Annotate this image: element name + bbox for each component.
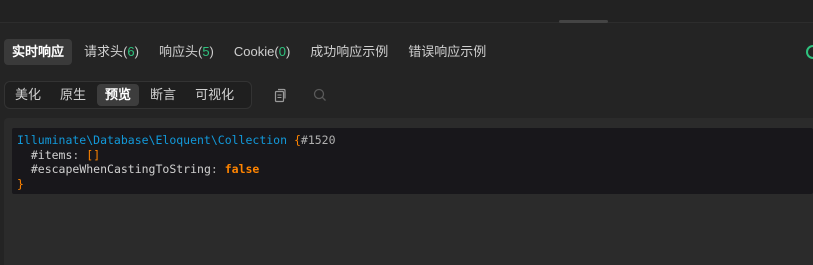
copy-icon[interactable] (272, 87, 288, 103)
dump-output: Illuminate\Database\Eloquent\Collection … (12, 128, 813, 194)
object-id: #1520 (300, 133, 336, 147)
mode-raw[interactable]: 原生 (52, 84, 94, 106)
mode-visualize[interactable]: 可视化 (187, 84, 242, 106)
tab-success-example[interactable]: 成功响应示例 (302, 39, 396, 65)
tab-label: 响应头 (158, 44, 198, 59)
tab-error-example[interactable]: 错误响应示例 (400, 39, 494, 65)
tab-label: 请求头 (84, 44, 124, 59)
mode-beautify[interactable]: 美化 (7, 84, 49, 106)
response-tabs: 实时响应 请求头(6) 响应头(5) Cookie(0) 成功响应示例 错误响应… (0, 38, 494, 66)
response-panel: 实时响应 请求头(6) 响应头(5) Cookie(0) 成功响应示例 错误响应… (0, 0, 813, 265)
tab-label: 实时响应 (12, 44, 65, 59)
tab-cookie[interactable]: Cookie(0) (226, 39, 298, 65)
tab-label: Cookie (233, 44, 275, 59)
code-line-4: } (17, 177, 813, 192)
mode-preview[interactable]: 预览 (97, 84, 140, 106)
open-brace[interactable]: { (294, 133, 301, 147)
view-mode-selector: 美化 原生 预览 断言 可视化 (4, 81, 252, 109)
items-value: [] (86, 147, 101, 162)
count-badge: 5 (202, 44, 210, 59)
resize-handle[interactable] (559, 20, 608, 23)
search-icon[interactable] (312, 87, 328, 103)
count-badge: 0 (278, 44, 286, 59)
property-escape: #escapeWhenCastingToString (30, 162, 211, 176)
count-badge: 6 (127, 44, 135, 59)
tab-label: 错误响应示例 (408, 44, 487, 59)
code-line-3: #escapeWhenCastingToString: false (30, 162, 260, 176)
tab-label: 成功响应示例 (310, 44, 389, 59)
class-name[interactable]: Illuminate\Database\Eloquent\Collection (17, 133, 287, 147)
status-indicator-icon (806, 45, 813, 59)
tab-response-headers[interactable]: 响应头(5) (151, 39, 222, 65)
tab-realtime-response[interactable]: 实时响应 (4, 39, 73, 65)
property-items: #items (30, 147, 73, 162)
code-line-2: #items: [] (30, 147, 101, 162)
code-line-1: Illuminate\Database\Eloquent\Collection … (17, 133, 813, 148)
mode-assert[interactable]: 断言 (142, 84, 184, 106)
close-brace[interactable]: } (17, 177, 24, 191)
escape-value: false (224, 162, 260, 176)
top-divider (0, 0, 813, 23)
tab-request-headers[interactable]: 请求头(6) (76, 39, 147, 65)
